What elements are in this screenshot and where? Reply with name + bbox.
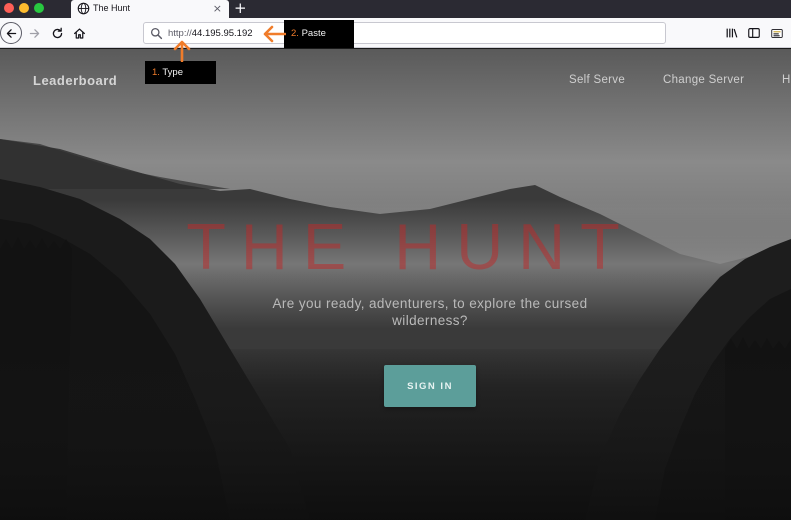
back-arrow-icon	[6, 28, 16, 38]
reload-icon	[52, 27, 62, 38]
left-arrow-icon	[263, 25, 286, 43]
home-button[interactable]	[69, 23, 89, 43]
new-tab-button[interactable]: +	[234, 0, 247, 17]
forward-button[interactable]	[24, 23, 44, 43]
search-icon	[150, 27, 163, 40]
address-bar[interactable]: http://44.195.95.192	[143, 22, 666, 44]
leaderboard-link[interactable]: Leaderboard	[33, 73, 117, 88]
hero-subtitle: Are you ready, adventurers, to explore t…	[272, 296, 588, 328]
annotation-paste-number: 2.	[291, 28, 299, 39]
hero-title: THE HUNT	[186, 210, 635, 283]
browser-tab[interactable]: The Hunt ×	[71, 0, 229, 18]
window-maximize-button[interactable]	[34, 3, 44, 13]
window-close-button[interactable]	[4, 3, 14, 13]
forward-arrow-icon	[29, 28, 39, 38]
sign-in-button[interactable]: SIGN IN	[384, 365, 476, 407]
tab-close-icon[interactable]: ×	[213, 2, 222, 15]
nav-change-server[interactable]: Change Server	[663, 74, 744, 86]
annotation-paste-label: Paste	[301, 28, 326, 39]
tab-title: The Hunt	[93, 3, 131, 13]
up-arrow-icon	[173, 40, 191, 62]
annotation-type-number: 1.	[152, 67, 160, 78]
annotation-type-label: Type	[162, 67, 184, 78]
annotation-paste: 2. Paste	[284, 20, 354, 48]
sidebar-icon[interactable]	[747, 26, 761, 40]
extension-icon[interactable]	[770, 26, 784, 40]
hero-section: Leaderboard Self Serve Change Server H T…	[0, 49, 791, 520]
reload-button[interactable]	[47, 23, 67, 43]
globe-icon	[77, 2, 90, 15]
misty-mountains-background	[0, 139, 791, 520]
back-button[interactable]	[0, 22, 22, 44]
annotation-type: 1. Type	[145, 61, 216, 84]
library-icon[interactable]	[725, 26, 739, 40]
url-host: 44.195.95.192	[191, 28, 253, 39]
site-navigation: Leaderboard Self Serve Change Server H	[0, 49, 791, 109]
navigation-toolbar: http://44.195.95.192	[0, 18, 791, 48]
nav-self-serve[interactable]: Self Serve	[569, 74, 625, 86]
window-minimize-button[interactable]	[19, 3, 29, 13]
tab-strip: The Hunt × +	[0, 0, 791, 18]
nav-home-truncated[interactable]: H	[782, 74, 791, 86]
home-icon	[73, 27, 85, 39]
